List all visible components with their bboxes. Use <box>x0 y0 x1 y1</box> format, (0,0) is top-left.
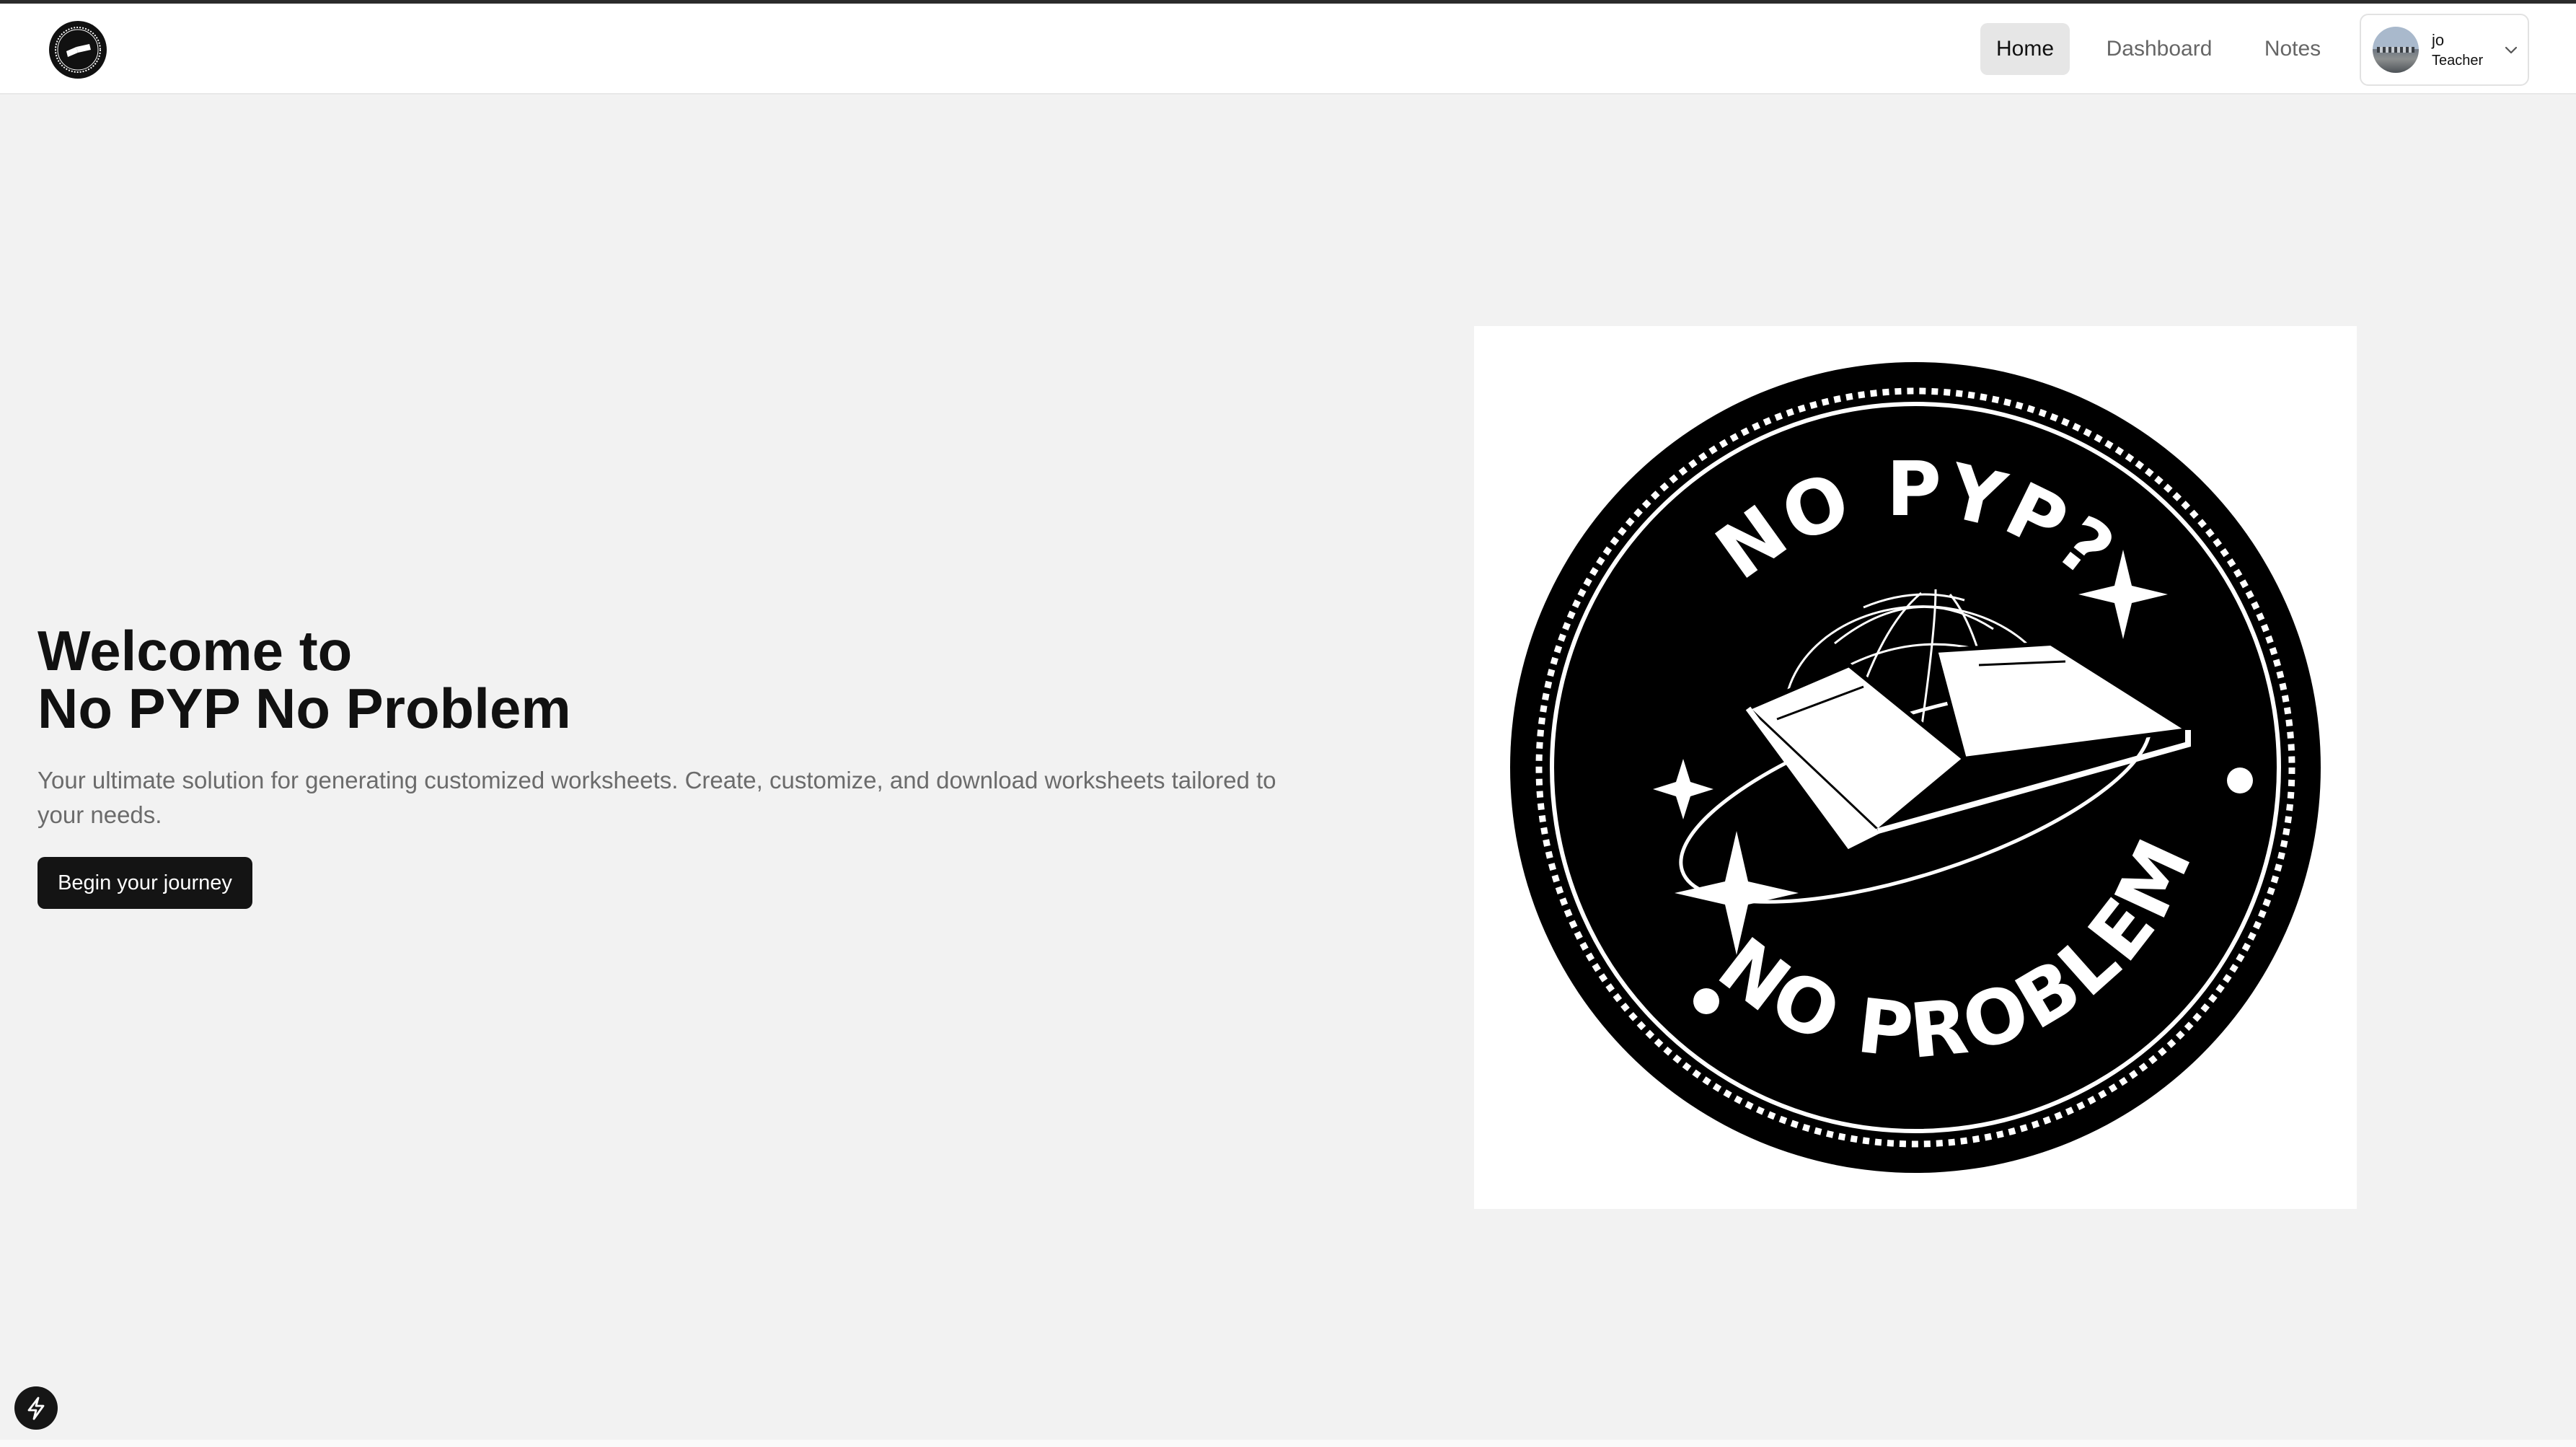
nav-link-home[interactable]: Home <box>1980 23 2070 75</box>
hero-title-line1: Welcome to <box>38 619 353 682</box>
hero-description: Your ultimate solution for generating cu… <box>38 767 1276 828</box>
chevron-down-icon <box>2505 46 2518 54</box>
begin-journey-button[interactable]: Begin your journey <box>38 857 252 909</box>
logo-card: NO PYP? NO PROBLEM <box>1474 326 2357 1209</box>
hero-title-line2: No PYP No Problem <box>38 677 571 740</box>
navbar: Home Dashboard Notes jo Teacher <box>0 4 2576 94</box>
hero-title: Welcome to No PYP No Problem <box>38 622 1336 737</box>
brand-logo-icon[interactable] <box>49 21 107 79</box>
bottom-edge <box>0 1440 2576 1447</box>
avatar <box>2373 27 2419 73</box>
user-menu-button[interactable]: jo Teacher <box>2360 14 2529 86</box>
user-role: Teacher <box>2432 53 2484 69</box>
no-pyp-logo: NO PYP? NO PROBLEM <box>1510 362 2321 1173</box>
nav-link-notes[interactable]: Notes <box>2250 23 2335 75</box>
user-name: jo <box>2432 31 2445 49</box>
nav-link-dashboard[interactable]: Dashboard <box>2097 23 2221 75</box>
lightning-bolt-icon[interactable] <box>14 1386 58 1430</box>
